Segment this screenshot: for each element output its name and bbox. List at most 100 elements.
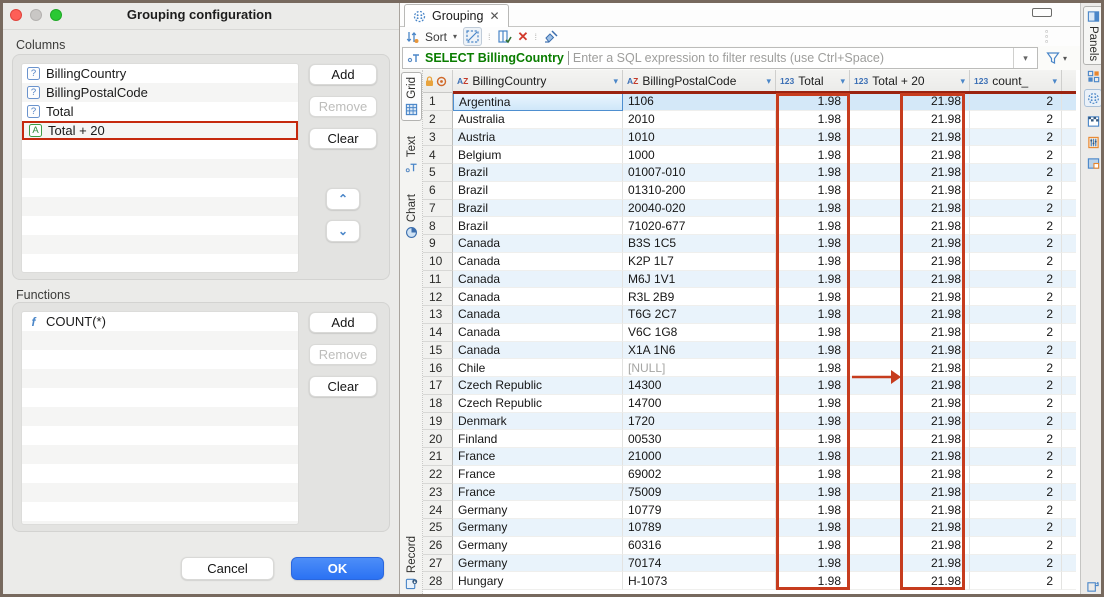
row-number-cell[interactable]: 20: [423, 430, 453, 448]
table-row[interactable]: 28HungaryH-10731.9821.982: [423, 572, 1077, 590]
cell-count[interactable]: 2: [970, 253, 1062, 271]
close-window-button[interactable]: [10, 9, 22, 21]
row-filler[interactable]: [1062, 377, 1076, 395]
row-filler[interactable]: [1062, 146, 1076, 164]
cell-billingpostalcode[interactable]: 14700: [623, 395, 776, 413]
cell-total-plus-20[interactable]: 21.98: [850, 324, 970, 342]
cell-total-plus-20[interactable]: 21.98: [850, 129, 970, 147]
row-filler[interactable]: [1062, 93, 1076, 111]
cell-billingcountry[interactable]: France: [453, 448, 623, 466]
cell-billingpostalcode[interactable]: 2010: [623, 111, 776, 129]
cell-total-plus-20[interactable]: 21.98: [850, 200, 970, 218]
cell-count[interactable]: 2: [970, 235, 1062, 253]
cell-billingcountry[interactable]: Brazil: [453, 217, 623, 235]
cell-count[interactable]: 2: [970, 484, 1062, 502]
references-panel-button[interactable]: [1084, 154, 1102, 172]
cell-count[interactable]: 2: [970, 519, 1062, 537]
table-row[interactable]: 6Brazil01310-2001.9821.982: [423, 182, 1077, 200]
column-filter-dropdown-icon[interactable]: ▾: [960, 76, 965, 87]
move-down-button[interactable]: ⌄: [326, 220, 360, 242]
cell-billingcountry[interactable]: Germany: [453, 537, 623, 555]
cell-count[interactable]: 2: [970, 448, 1062, 466]
cell-total[interactable]: 1.98: [776, 448, 850, 466]
row-filler[interactable]: [1062, 288, 1076, 306]
cell-total-plus-20[interactable]: 21.98: [850, 217, 970, 235]
grouping-panel-button[interactable]: [1084, 89, 1102, 107]
cell-count[interactable]: 2: [970, 572, 1062, 590]
cell-count[interactable]: 2: [970, 146, 1062, 164]
columns-add-button[interactable]: Add: [309, 64, 377, 85]
cell-total-plus-20[interactable]: 21.98: [850, 501, 970, 519]
cell-billingcountry[interactable]: Canada: [453, 271, 623, 289]
cell-billingcountry[interactable]: Czech Republic: [453, 377, 623, 395]
row-number-cell[interactable]: 21: [423, 448, 453, 466]
row-filler[interactable]: [1062, 359, 1076, 377]
column-filter-dropdown-icon[interactable]: ▾: [766, 76, 771, 87]
cell-billingcountry[interactable]: Hungary: [453, 572, 623, 590]
table-row[interactable]: 25Germany107891.9821.982: [423, 519, 1077, 537]
cell-total-plus-20[interactable]: 21.98: [850, 288, 970, 306]
cell-billingcountry[interactable]: Brazil: [453, 182, 623, 200]
clean-broom-button[interactable]: [543, 29, 559, 44]
cell-total-plus-20[interactable]: 21.98: [850, 395, 970, 413]
row-filler[interactable]: [1062, 306, 1076, 324]
cell-billingpostalcode[interactable]: 60316: [623, 537, 776, 555]
row-filler[interactable]: [1062, 413, 1076, 431]
cell-billingpostalcode[interactable]: M6J 1V1: [623, 271, 776, 289]
tab-chart[interactable]: Chart: [401, 190, 422, 243]
cell-billingpostalcode[interactable]: 1000: [623, 146, 776, 164]
row-filler[interactable]: [1062, 395, 1076, 413]
columns-clear-button[interactable]: Clear: [309, 128, 377, 149]
row-number-cell[interactable]: 12: [423, 288, 453, 306]
row-filler[interactable]: [1062, 200, 1076, 218]
cell-count[interactable]: 2: [970, 537, 1062, 555]
cell-billingpostalcode[interactable]: H-1073: [623, 572, 776, 590]
table-row[interactable]: 12CanadaR3L 2B91.9821.982: [423, 288, 1077, 306]
cell-billingcountry[interactable]: Germany: [453, 519, 623, 537]
filter-dropdown-icon[interactable]: ▾: [1063, 54, 1067, 63]
cell-total[interactable]: 1.98: [776, 395, 850, 413]
row-filler[interactable]: [1062, 271, 1076, 289]
functions-add-button[interactable]: Add: [309, 312, 377, 333]
cell-billingcountry[interactable]: Chile: [453, 359, 623, 377]
table-row[interactable]: 4Belgium10001.9821.982: [423, 146, 1077, 164]
table-row[interactable]: 2Australia20101.9821.982: [423, 111, 1077, 129]
cell-billingcountry[interactable]: France: [453, 466, 623, 484]
cell-total[interactable]: 1.98: [776, 342, 850, 360]
row-number-cell[interactable]: 10: [423, 253, 453, 271]
cell-billingpostalcode[interactable]: 70174: [623, 555, 776, 573]
table-row[interactable]: 24Germany107791.9821.982: [423, 501, 1077, 519]
row-number-cell[interactable]: 2: [423, 111, 453, 129]
cell-total-plus-20[interactable]: 21.98: [850, 146, 970, 164]
row-filler[interactable]: [1062, 537, 1076, 555]
tab-grid[interactable]: Grid: [401, 72, 422, 121]
row-number-cell[interactable]: 5: [423, 164, 453, 182]
cell-total[interactable]: 1.98: [776, 217, 850, 235]
cell-billingpostalcode[interactable]: 10789: [623, 519, 776, 537]
table-row[interactable]: 13CanadaT6G 2C71.9821.982: [423, 306, 1077, 324]
tab-text[interactable]: Text: [401, 132, 422, 178]
cell-total-plus-20[interactable]: 21.98: [850, 537, 970, 555]
cell-count[interactable]: 2: [970, 430, 1062, 448]
cell-billingpostalcode[interactable]: 00530: [623, 430, 776, 448]
columns-list[interactable]: ? BillingCountry ? BillingPostalCode ? T…: [21, 63, 299, 273]
row-number-cell[interactable]: 7: [423, 200, 453, 218]
table-row[interactable]: 15CanadaX1A 1N61.9821.982: [423, 342, 1077, 360]
row-number-cell[interactable]: 22: [423, 466, 453, 484]
cell-total[interactable]: 1.98: [776, 484, 850, 502]
row-number-cell[interactable]: 14: [423, 324, 453, 342]
clear-grouping-icon[interactable]: ✕: [518, 29, 529, 45]
table-row[interactable]: 14CanadaV6C 1G81.9821.982: [423, 324, 1077, 342]
table-row[interactable]: 23France750091.9821.982: [423, 484, 1077, 502]
cell-total-plus-20[interactable]: 21.98: [850, 271, 970, 289]
cell-billingcountry[interactable]: Argentina: [453, 93, 623, 111]
cell-total[interactable]: 1.98: [776, 501, 850, 519]
cell-count[interactable]: 2: [970, 413, 1062, 431]
row-number-cell[interactable]: 3: [423, 129, 453, 147]
row-filler[interactable]: [1062, 129, 1076, 147]
value-viewer-panel-button[interactable]: [1084, 67, 1102, 85]
column-header-billingpostalcode[interactable]: AZBillingPostalCode▾: [623, 70, 776, 93]
cell-total[interactable]: 1.98: [776, 519, 850, 537]
functions-clear-button[interactable]: Clear: [309, 376, 377, 397]
cell-billingcountry[interactable]: Canada: [453, 288, 623, 306]
